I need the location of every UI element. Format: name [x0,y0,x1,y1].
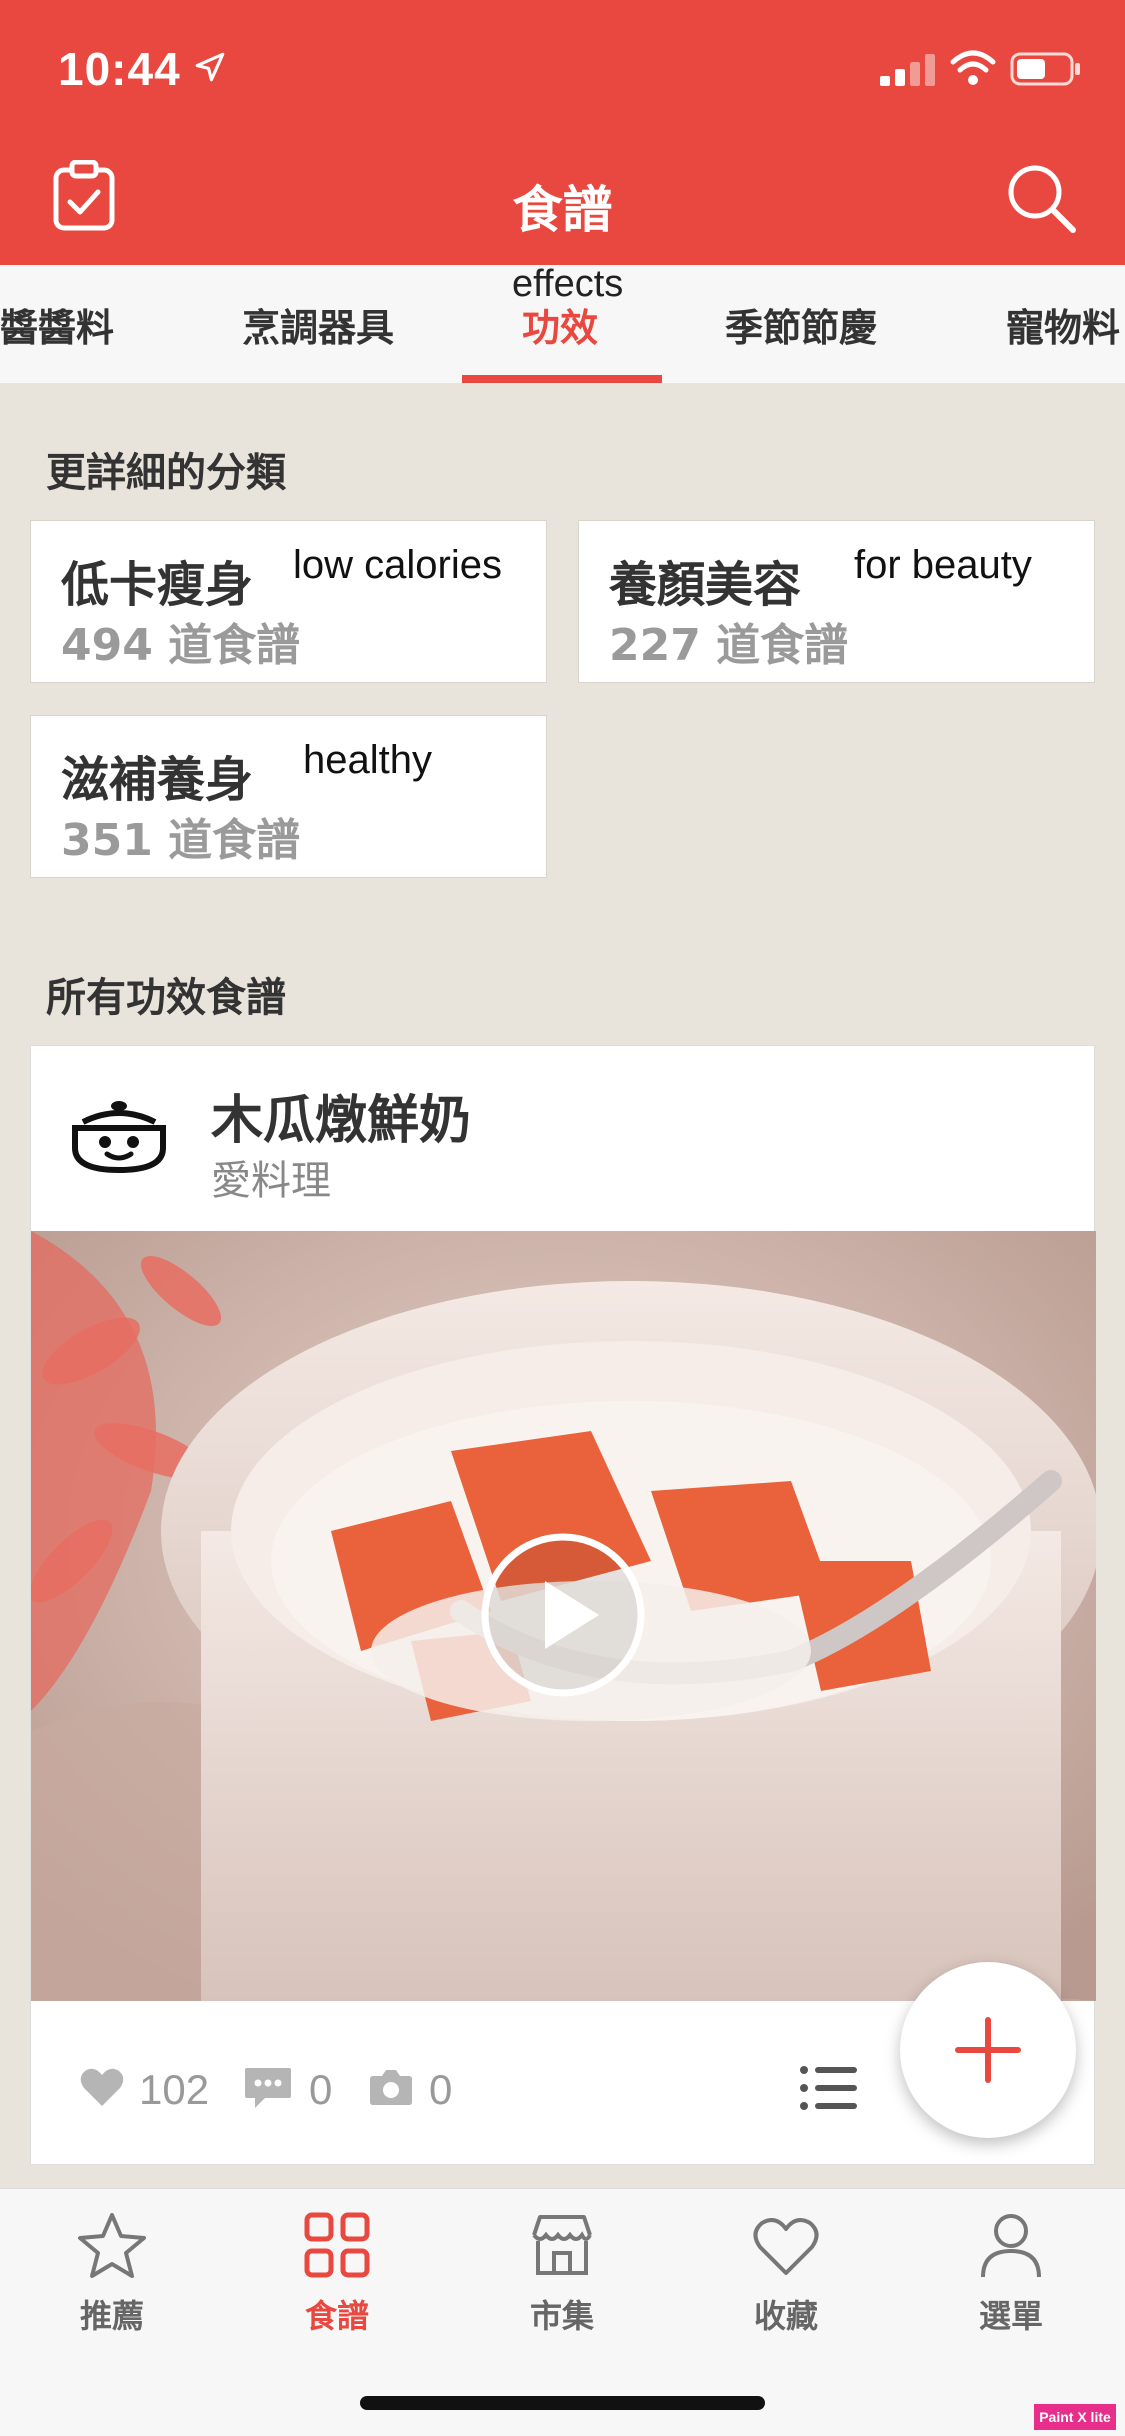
person-icon [981,2214,1041,2278]
nav-item-recipes[interactable]: 食譜 [257,2209,417,2337]
list-icon[interactable] [799,2064,859,2112]
tab-seasonal[interactable]: 季節節慶 [725,297,877,352]
location-arrow-icon [195,52,225,82]
heart-icon[interactable] [79,2066,125,2108]
likes-count: 102 [139,2066,210,2113]
status-time: 10:44 [58,43,181,95]
wifi-icon [950,50,996,85]
comment-icon[interactable] [243,2066,293,2110]
category-name: 滋補養身 [61,752,254,808]
nav-item-menu[interactable]: 選單 [931,2209,1091,2337]
nav-label: 推薦 [79,2297,144,2335]
photos-count: 0 [429,2066,453,2113]
heart-icon [753,2218,819,2275]
category-card-low-calories[interactable]: 低卡瘦身 494 道食譜 low calories [30,520,547,683]
recipe-title[interactable]: 木瓜燉鮮奶 [211,1078,471,1153]
section-title-categories: 更詳細的分類 [46,450,286,496]
nav-label: 收藏 [753,2297,818,2335]
plus-icon [955,2017,1021,2083]
nav-item-market[interactable]: 市集 [482,2209,642,2337]
grid-icon [304,2212,370,2278]
search-icon[interactable] [1005,162,1077,234]
tab-sauce[interactable]: 醬醬料 [0,297,114,352]
camera-icon[interactable] [369,2068,413,2106]
store-icon [532,2215,592,2275]
tab-pet-food[interactable]: 寵物料 [1006,297,1120,352]
add-recipe-button[interactable] [900,1962,1076,2138]
top-bar: 10:44 食譜 [0,0,1125,265]
watermark-badge: Paint X lite [1034,2404,1116,2430]
nav-label: 選單 [978,2297,1043,2335]
star-icon [78,2213,146,2278]
recipe-photo[interactable] [31,1231,1096,2001]
category-count: 351 道食譜 [61,815,301,866]
section-title-all-recipes: 所有功效食譜 [46,975,286,1021]
page-title: 食譜 [512,181,613,239]
category-annotation: healthy [303,738,432,782]
category-card-beauty[interactable]: 養顏美容 227 道食譜 for beauty [578,520,1095,683]
category-card-healthy[interactable]: 滋補養身 351 道食譜 healthy [30,715,547,878]
nav-item-favorites[interactable]: 收藏 [706,2209,866,2337]
annotation-effects: effects [512,263,624,305]
category-annotation: for beauty [854,543,1032,587]
category-count: 227 道食譜 [609,620,849,671]
cellular-signal-icon [880,54,935,86]
play-video-button[interactable] [479,1531,647,1699]
recipe-author[interactable]: 愛料理 [211,1148,331,1206]
active-tab-indicator [462,375,662,383]
home-indicator [360,2396,765,2410]
category-count: 494 道食譜 [61,620,301,671]
tab-cookware[interactable]: 烹調器具 [242,297,394,352]
category-name: 低卡瘦身 [61,557,254,613]
nav-label: 食譜 [304,2297,369,2335]
category-name: 養顏美容 [609,557,802,613]
category-annotation: low calories [293,543,502,587]
battery-icon [1010,52,1080,86]
pot-logo-icon [72,1101,166,1174]
nav-item-recommended[interactable]: 推薦 [32,2209,192,2337]
comments-count: 0 [309,2066,333,2113]
nav-label: 市集 [529,2297,594,2335]
